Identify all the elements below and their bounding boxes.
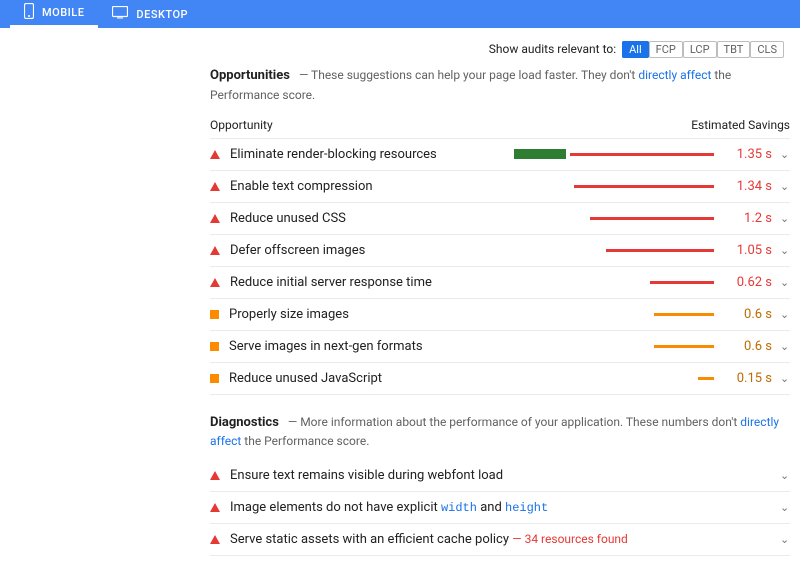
savings-bar bbox=[514, 311, 714, 317]
mobile-icon bbox=[24, 3, 34, 22]
savings-bar bbox=[514, 343, 714, 349]
filter-chip-all[interactable]: All bbox=[622, 41, 649, 58]
chevron-down-icon: ⌄ bbox=[780, 180, 790, 193]
col-savings: Estimated Savings bbox=[691, 118, 790, 132]
opportunities-section: Opportunities — These suggestions can he… bbox=[210, 66, 790, 395]
opportunity-title: Enable text compression bbox=[230, 179, 514, 194]
diagnostic-row[interactable]: Image elements do not have explicit widt… bbox=[210, 492, 790, 524]
chevron-down-icon: ⌄ bbox=[780, 276, 790, 289]
opportunity-title: Eliminate render-blocking resources bbox=[230, 147, 514, 162]
opportunity-row[interactable]: Enable text compression 1.34 s ⌄ bbox=[210, 171, 790, 203]
diagnostic-row[interactable]: Ensure text remains visible during webfo… bbox=[210, 460, 790, 492]
opportunity-row[interactable]: Eliminate render-blocking resources 1.35 … bbox=[210, 139, 790, 171]
tab-desktop-label: DESKTOP bbox=[136, 8, 188, 21]
warning-triangle-icon bbox=[210, 278, 220, 287]
diagnostics-heading: Diagnostics bbox=[210, 415, 279, 430]
warning-triangle-icon bbox=[210, 214, 220, 223]
warning-triangle-icon bbox=[210, 182, 220, 191]
opportunity-title: Reduce unused CSS bbox=[230, 211, 514, 226]
warning-square-icon bbox=[210, 374, 219, 383]
chevron-down-icon: ⌄ bbox=[780, 501, 790, 514]
savings-value: 1.2 s bbox=[724, 211, 772, 226]
opportunities-header: Opportunities — These suggestions can he… bbox=[210, 66, 790, 104]
chevron-down-icon: ⌄ bbox=[780, 244, 790, 257]
diagnostics-section: Diagnostics — More information about the… bbox=[210, 413, 790, 557]
warning-triangle-icon bbox=[210, 246, 220, 255]
savings-value: 0.6 s bbox=[724, 339, 772, 354]
tab-mobile-label: MOBILE bbox=[42, 6, 84, 19]
opportunity-row[interactable]: Reduce initial server response time 0.62 … bbox=[210, 267, 790, 299]
tab-desktop[interactable]: DESKTOP bbox=[98, 0, 202, 28]
filter-bar: Show audits relevant to: AllFCPLCPTBTCLS bbox=[10, 38, 790, 66]
chevron-down-icon: ⌄ bbox=[780, 469, 790, 482]
chevron-down-icon: ⌄ bbox=[780, 372, 790, 385]
chevron-down-icon: ⌄ bbox=[780, 533, 790, 546]
opportunity-row[interactable]: Properly size images 0.6 s ⌄ bbox=[210, 299, 790, 331]
savings-value: 0.15 s bbox=[724, 371, 772, 386]
savings-bar bbox=[514, 279, 714, 285]
col-opportunity: Opportunity bbox=[210, 118, 273, 132]
chevron-down-icon: ⌄ bbox=[780, 308, 790, 321]
savings-value: 1.34 s bbox=[724, 179, 772, 194]
savings-value: 0.62 s bbox=[724, 275, 772, 290]
opportunity-title: Reduce initial server response time bbox=[230, 275, 514, 290]
filter-chip-fcp[interactable]: FCP bbox=[649, 41, 683, 58]
warning-triangle-icon bbox=[210, 503, 220, 512]
directly-affect-link[interactable]: directly affect bbox=[638, 68, 711, 82]
tab-mobile[interactable]: MOBILE bbox=[10, 0, 98, 28]
filter-chip-tbt[interactable]: TBT bbox=[717, 41, 751, 58]
opportunity-row[interactable]: Reduce unused JavaScript 0.15 s ⌄ bbox=[210, 363, 790, 395]
warning-square-icon bbox=[210, 310, 219, 319]
chevron-down-icon: ⌄ bbox=[780, 212, 790, 225]
diagnostic-title: Image elements do not have explicit widt… bbox=[230, 500, 780, 515]
savings-bar bbox=[514, 151, 714, 157]
warning-triangle-icon bbox=[210, 471, 220, 480]
diagnostic-title: Ensure text remains visible during webfo… bbox=[230, 468, 780, 483]
diagnostic-row[interactable]: Serve static assets with an efficient ca… bbox=[210, 524, 790, 556]
diagnostics-header: Diagnostics — More information about the… bbox=[210, 413, 790, 451]
filter-label: Show audits relevant to: bbox=[489, 42, 616, 56]
savings-bar bbox=[514, 183, 714, 189]
opportunity-title: Properly size images bbox=[229, 307, 514, 322]
savings-bar bbox=[514, 215, 714, 221]
opportunities-columns: Opportunity Estimated Savings bbox=[210, 114, 790, 139]
savings-value: 1.05 s bbox=[724, 243, 772, 258]
opportunities-heading: Opportunities bbox=[210, 68, 290, 83]
savings-bar bbox=[514, 247, 714, 253]
diagnostic-title: Serve static assets with an efficient ca… bbox=[230, 532, 780, 547]
chevron-down-icon: ⌄ bbox=[780, 148, 790, 161]
filter-chip-lcp[interactable]: LCP bbox=[683, 41, 717, 58]
opportunity-row[interactable]: Defer offscreen images 1.05 s ⌄ bbox=[210, 235, 790, 267]
savings-value: 0.6 s bbox=[724, 307, 772, 322]
opportunity-row[interactable]: Reduce unused CSS 1.2 s ⌄ bbox=[210, 203, 790, 235]
savings-bar bbox=[514, 375, 714, 381]
filter-chip-cls[interactable]: CLS bbox=[750, 41, 784, 58]
top-tabs: MOBILE DESKTOP bbox=[0, 0, 800, 28]
warning-square-icon bbox=[210, 342, 219, 351]
chevron-down-icon: ⌄ bbox=[780, 340, 790, 353]
warning-triangle-icon bbox=[210, 150, 220, 159]
opportunity-row[interactable]: Serve images in next-gen formats 0.6 s ⌄ bbox=[210, 331, 790, 363]
savings-value: 1.35 s bbox=[724, 147, 772, 162]
opportunity-title: Defer offscreen images bbox=[230, 243, 514, 258]
warning-triangle-icon bbox=[210, 535, 220, 544]
opportunity-title: Reduce unused JavaScript bbox=[229, 371, 514, 386]
desktop-icon bbox=[112, 6, 128, 22]
opportunity-title: Serve images in next-gen formats bbox=[229, 339, 514, 354]
